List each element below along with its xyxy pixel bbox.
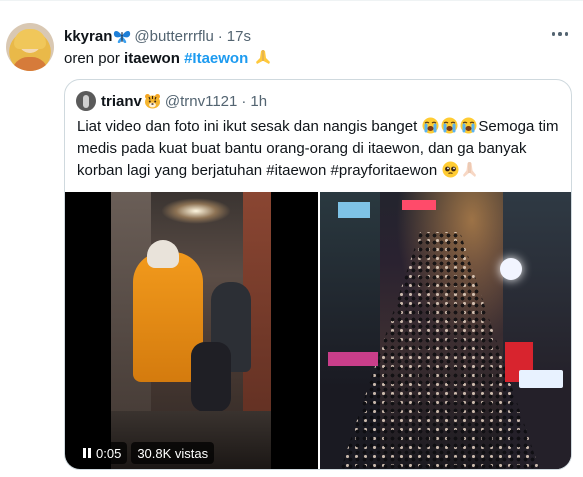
more-options-icon[interactable] [548, 24, 572, 44]
top-divider [0, 0, 583, 1]
quoted-author-handle[interactable]: @trnv1121 [165, 93, 238, 110]
video-frame [111, 192, 271, 469]
tweet-text-plain: oren por [64, 50, 125, 67]
quoted-author-name[interactable]: trianv [101, 93, 142, 110]
tweet-header: kkyran @butterrrflu · 17s [64, 26, 251, 46]
pleading-face-icon [442, 161, 459, 178]
quoted-author-avatar[interactable] [76, 91, 96, 111]
quoted-tweet-text: Liat video dan foto ini ikut sesak dan n… [77, 116, 565, 182]
tweet-text: oren por itaewon #Itaewon [64, 49, 272, 69]
quoted-tweet-timestamp[interactable]: 1h [250, 93, 267, 110]
tiger-emoji-icon [144, 94, 160, 109]
video-view-count: 30.8K vistas [131, 442, 215, 464]
quoted-tweet-header: trianv @trnv1121 · 1h [101, 91, 267, 111]
video-timer[interactable]: 0:05 [77, 442, 128, 464]
video-player[interactable]: 0:05 30.8K vistas [65, 192, 318, 469]
butterfly-emoji-icon [114, 31, 131, 43]
author-avatar[interactable] [6, 23, 54, 71]
pause-icon[interactable] [83, 448, 91, 458]
media-grid: 0:05 30.8K vistas [65, 192, 571, 469]
tweet-timestamp[interactable]: 17s [227, 28, 251, 45]
video-time: 0:05 [96, 445, 122, 461]
crowd-photo[interactable] [320, 192, 571, 469]
avatar-hair [14, 29, 46, 49]
avatar-shirt [12, 57, 48, 71]
video-views: 30.8K vistas [137, 445, 209, 461]
author-name[interactable]: kkyran [64, 28, 112, 45]
crowd-photo-image [320, 192, 571, 469]
quoted-text-part1: Liat video dan foto ini ikut sesak dan n… [77, 118, 418, 135]
loudly-crying-face-icon [441, 117, 458, 134]
folded-hands-emoji-icon [256, 50, 271, 64]
loudly-crying-face-icon [460, 117, 477, 134]
folded-hands-icon [463, 162, 477, 177]
tweet-text-bold: itaewon [124, 50, 180, 67]
hashtag-link[interactable]: #Itaewon [184, 50, 248, 67]
quoted-tweet-card[interactable]: trianv @trnv1121 · 1h Liat video dan fot… [64, 79, 572, 470]
quoted-header-separator: · [241, 92, 247, 110]
header-separator: · [217, 27, 223, 45]
author-handle[interactable]: @butterrrflu [134, 28, 213, 45]
loudly-crying-face-icon [422, 117, 439, 134]
video-controls: 0:05 30.8K vistas [77, 442, 215, 464]
